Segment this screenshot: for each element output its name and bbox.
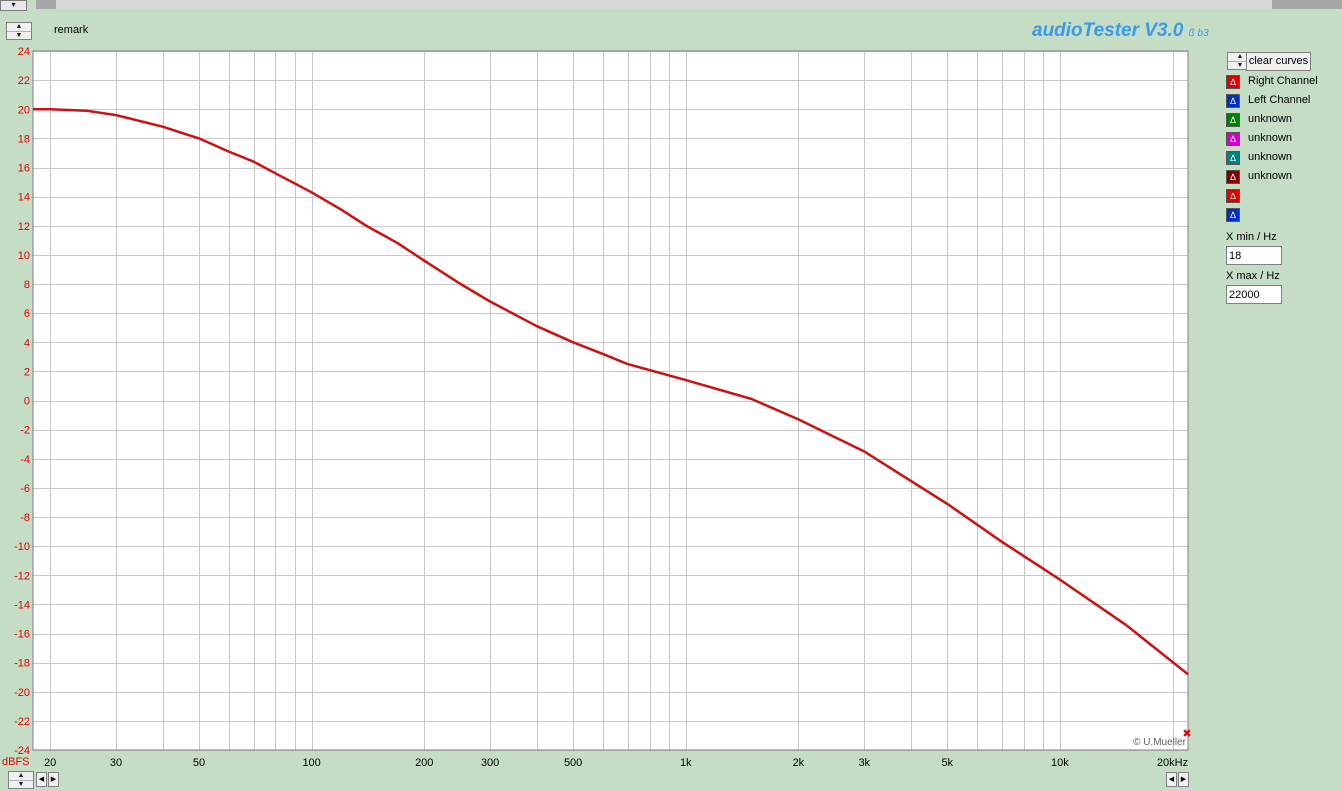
app-brand-name: audioTester V3.0 (1032, 20, 1184, 41)
spin-up-icon[interactable]: ▲ (7, 23, 31, 31)
spin-down-icon[interactable]: ▼ (7, 31, 31, 40)
x-zoom-right-button[interactable]: ▶ (1178, 772, 1189, 787)
top-toolbar: ▾ (0, 0, 1342, 15)
y-tick-label: -18 (14, 658, 30, 670)
top-combo-dropdown-button[interactable]: ▾ (0, 0, 27, 11)
app-brand: audioTester V3.0 ß b3 (1032, 20, 1209, 42)
x-scroll-right-button[interactable]: ▶ (48, 772, 59, 787)
y-tick-label: -6 (20, 483, 30, 495)
x-scroll-left-button[interactable]: ◀ (36, 772, 47, 787)
x-tick-label: 30 (110, 757, 122, 769)
y-tick-label: 14 (18, 192, 30, 204)
x-tick-label: 10k (1051, 757, 1069, 769)
curve-toggle-icon[interactable]: ∆ (1226, 208, 1240, 222)
y-tick-label: -14 (14, 599, 30, 611)
curve-toggle-icon[interactable]: ∆ (1226, 151, 1240, 165)
y-tick-label: 18 (18, 133, 30, 145)
x-tick-labels: 20 30 50 100 200 300 500 1k 2k 3k 5k 10k 20kHz (44, 757, 1188, 769)
remark-spin-button[interactable]: ▲ ▼ (6, 22, 32, 40)
y-tick-label: -2 (20, 425, 30, 437)
copyright-label: © U.Mueller (1133, 737, 1187, 748)
frequency-response-chart: 242220181614121086420-2-4-6-8-10-12-14-1… (2, 46, 1192, 769)
y-tick-label: 24 (18, 46, 30, 58)
legend-item-label: unknown (1248, 132, 1293, 144)
x-tick-label: 200 (415, 757, 433, 769)
xmax-input[interactable] (1226, 285, 1282, 304)
y-tick-label: 6 (24, 308, 30, 320)
y-tick-label: 20 (18, 104, 30, 116)
x-tick-label: 20 (44, 757, 56, 769)
y-tick-label: 16 (18, 163, 30, 175)
curve-toggle-icon[interactable]: ∆ (1226, 170, 1240, 184)
x-tick-label: 50 (193, 757, 205, 769)
legend-item-label: unknown (1248, 151, 1293, 163)
x-tick-label: 20kHz (1157, 757, 1188, 769)
y-tick-label: 2 (24, 366, 30, 378)
legend-item-label: unknown (1248, 113, 1293, 125)
xmin-input[interactable] (1226, 246, 1282, 265)
remark-label: remark (54, 24, 89, 36)
y-tick-label: -8 (20, 512, 30, 524)
y-tick-label: 4 (24, 337, 30, 349)
x-tick-label: 100 (302, 757, 320, 769)
curve-toggle-icon[interactable]: ∆ (1226, 189, 1240, 203)
top-scrollbar-thumb[interactable] (56, 0, 1272, 9)
xmax-label: X max / Hz (1226, 270, 1280, 282)
y-tick-label: 22 (18, 75, 30, 87)
spin-down-icon[interactable]: ▼ (9, 780, 33, 789)
x-tick-label: 300 (481, 757, 499, 769)
y-tick-labels: 242220181614121086420-2-4-6-8-10-12-14-1… (14, 46, 30, 757)
legend-item-label: Right Channel (1248, 75, 1318, 87)
curve-toggle-icon[interactable]: ∆ (1226, 113, 1240, 127)
xmin-label: X min / Hz (1226, 231, 1277, 243)
y-tick-label: 10 (18, 250, 30, 262)
y-tick-label: 12 (18, 221, 30, 233)
y-scale-spin-button[interactable]: ▲ ▼ (8, 771, 34, 789)
y-tick-label: 8 (24, 279, 30, 291)
curve-toggle-icon[interactable]: ∆ (1226, 94, 1240, 108)
legend-item-label: Left Channel (1248, 94, 1311, 106)
y-tick-label: -22 (14, 716, 30, 728)
close-marker-icon[interactable]: ✖ (1182, 727, 1191, 740)
x-tick-label: 2k (793, 757, 805, 769)
y-axis-unit-label: dBFS (2, 756, 30, 768)
legend-item-label: unknown (1248, 170, 1293, 182)
y-tick-label: -10 (14, 541, 30, 553)
x-tick-label: 5k (941, 757, 953, 769)
curve-toggle-icon[interactable]: ∆ (1226, 75, 1240, 89)
y-tick-label: 0 (24, 396, 30, 408)
curve-toggle-icon[interactable]: ∆ (1226, 132, 1240, 146)
y-tick-label: -20 (14, 687, 30, 699)
clear-curves-button[interactable]: clear curves (1246, 52, 1311, 71)
app-brand-suffix: ß b3 (1188, 28, 1209, 39)
y-tick-label: -4 (20, 454, 30, 466)
y-tick-label: -16 (14, 629, 30, 641)
top-scrollbar[interactable] (36, 0, 1342, 9)
spin-up-icon[interactable]: ▲ (9, 772, 33, 780)
plot-area (33, 51, 1188, 750)
x-tick-label: 500 (564, 757, 582, 769)
x-tick-label: 3k (858, 757, 870, 769)
y-tick-label: -12 (14, 570, 30, 582)
x-tick-label: 1k (680, 757, 692, 769)
x-zoom-left-button[interactable]: ◀ (1166, 772, 1177, 787)
